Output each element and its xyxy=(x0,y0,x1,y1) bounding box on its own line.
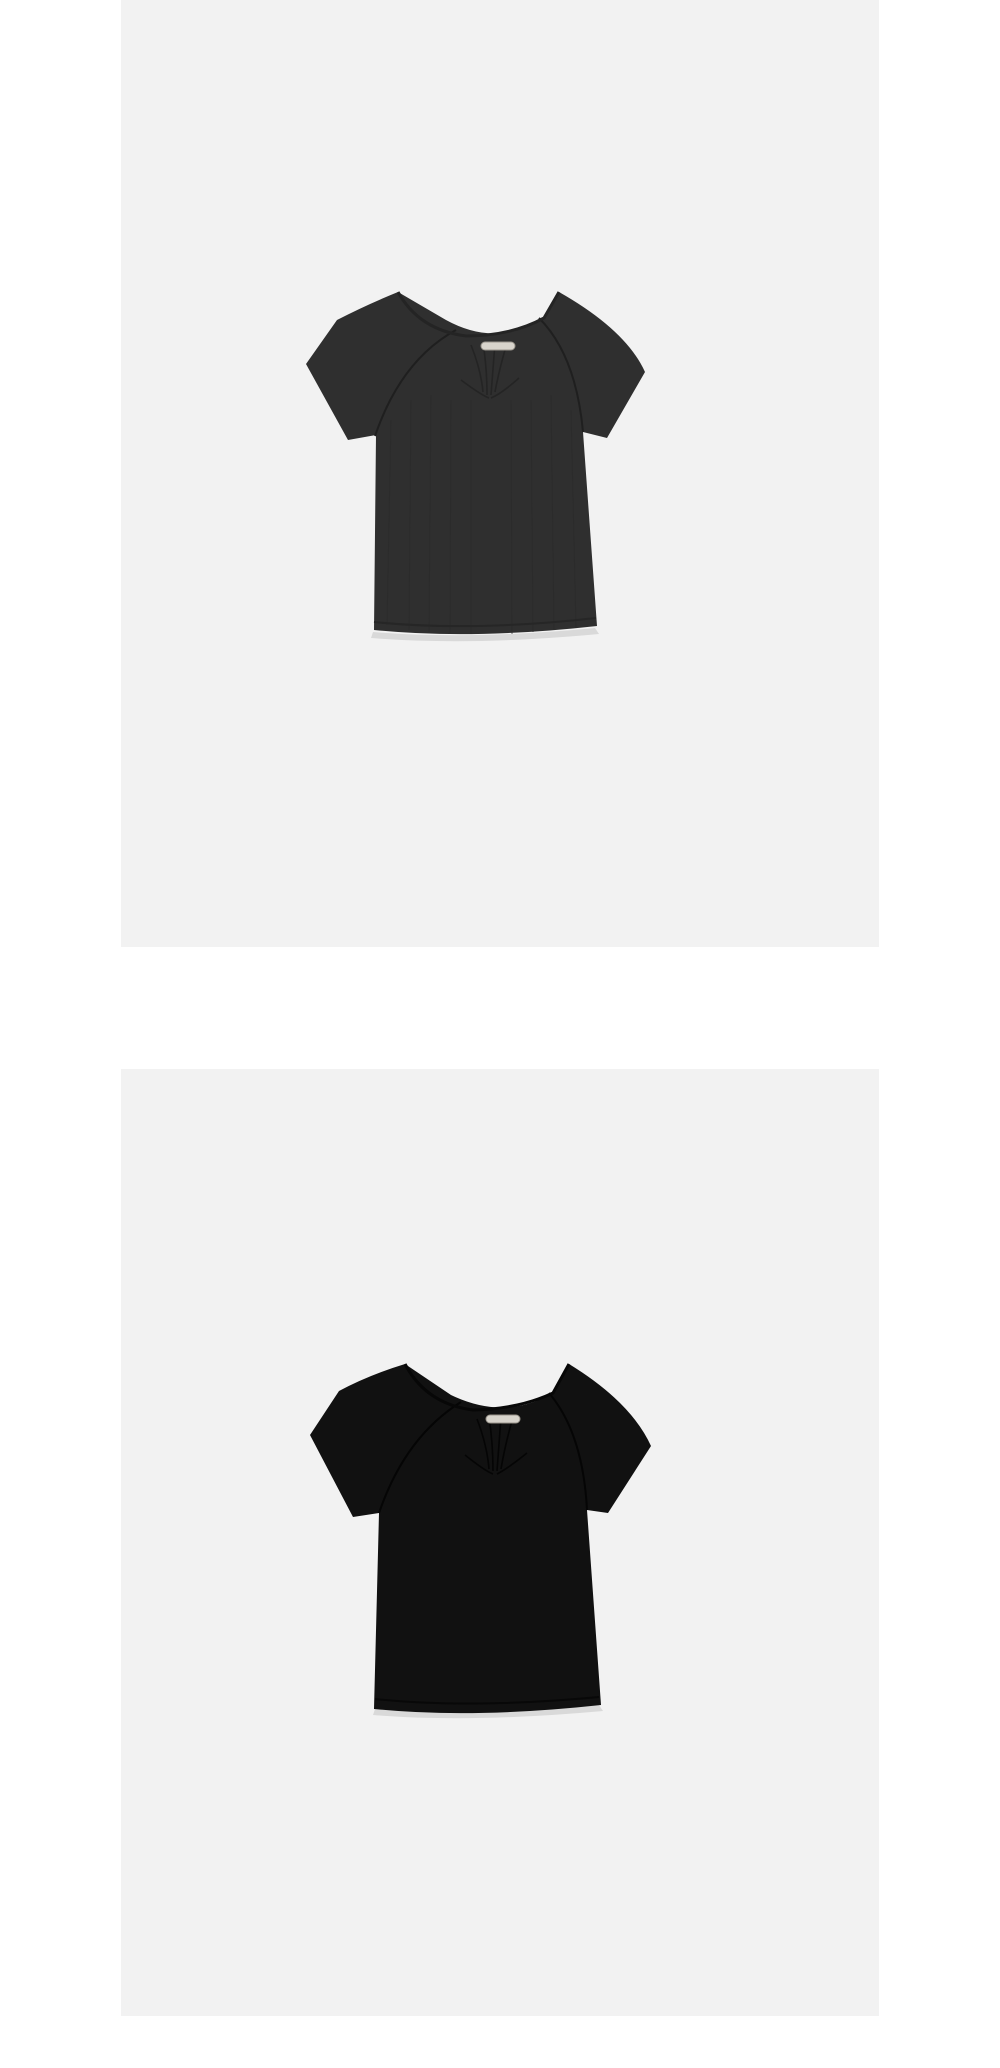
brand-label-tag xyxy=(485,1414,521,1424)
crop-top-charcoal-image xyxy=(306,291,645,642)
brand-label-tag xyxy=(480,341,516,351)
product-photo-panel-charcoal xyxy=(121,0,879,947)
product-photo-panel-black xyxy=(121,1069,879,2016)
crop-top-body xyxy=(310,1364,651,1714)
crop-top-body xyxy=(306,292,645,635)
crop-top-black-image xyxy=(310,1363,651,1719)
